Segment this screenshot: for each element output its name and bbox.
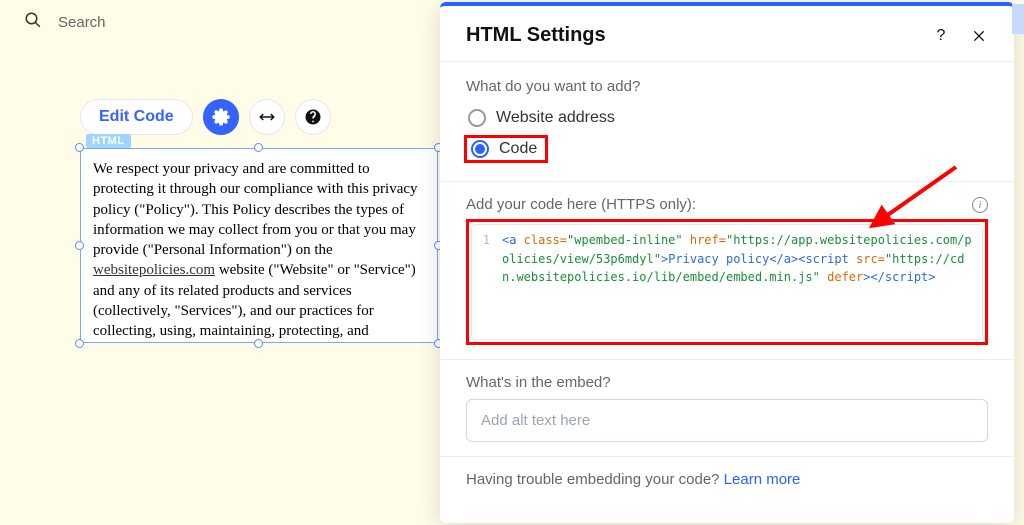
policy-link[interactable]: websitepolicies.com bbox=[93, 262, 215, 278]
radio-unselected-icon bbox=[468, 109, 486, 127]
modal-title: HTML Settings bbox=[466, 24, 606, 47]
radio-code[interactable]: Code bbox=[466, 131, 988, 167]
radio-website-label: Website address bbox=[496, 109, 615, 127]
embed-question: What's in the embed? bbox=[466, 374, 988, 391]
html-settings-modal: HTML Settings ? What do you want to add?… bbox=[440, 2, 1014, 523]
alt-text-input[interactable] bbox=[466, 399, 988, 442]
separator bbox=[440, 181, 1014, 182]
trouble-text: Having trouble embedding your code? bbox=[466, 471, 724, 488]
radio-selected-icon bbox=[471, 140, 489, 158]
code-textarea[interactable]: 1 <a class="wpembed-inline" href="https:… bbox=[471, 224, 983, 340]
code-content: <a class="wpembed-inline" href="https://… bbox=[502, 231, 978, 287]
modal-help-icon[interactable]: ? bbox=[932, 27, 950, 45]
radio-website-address[interactable]: Website address bbox=[466, 105, 988, 131]
code-area-label: Add your code here (HTTPS only): bbox=[466, 196, 696, 213]
modal-body: What do you want to add? Website address… bbox=[440, 62, 1014, 496]
add-type-question: What do you want to add? bbox=[466, 78, 988, 95]
policy-text-before: We respect your privacy and are committe… bbox=[93, 161, 418, 258]
separator-2 bbox=[440, 359, 1014, 360]
modal-close-icon[interactable] bbox=[970, 27, 988, 45]
stretch-button[interactable] bbox=[249, 99, 285, 135]
resize-handle-mt[interactable] bbox=[254, 143, 263, 152]
resize-handle-bl[interactable] bbox=[75, 339, 84, 348]
trouble-row: Having trouble embedding your code? Lear… bbox=[466, 471, 988, 488]
search-placeholder[interactable]: Search bbox=[58, 14, 106, 31]
info-icon[interactable]: i bbox=[972, 197, 988, 213]
html-block-toolbar: Edit Code bbox=[80, 99, 331, 135]
right-edge-hint bbox=[1012, 4, 1024, 34]
modal-header: HTML Settings ? bbox=[440, 6, 1014, 62]
code-line-number: 1 bbox=[472, 231, 494, 250]
edit-code-button[interactable]: Edit Code bbox=[80, 99, 193, 135]
resize-handle-ml[interactable] bbox=[75, 241, 84, 250]
separator-3 bbox=[440, 456, 1014, 457]
html-embed-block[interactable]: HTML We respect your privacy and are com… bbox=[80, 148, 438, 343]
html-badge: HTML bbox=[86, 134, 131, 148]
help-button[interactable] bbox=[295, 99, 331, 135]
learn-more-link[interactable]: Learn more bbox=[724, 471, 801, 488]
html-embed-content: We respect your privacy and are committe… bbox=[80, 148, 438, 343]
settings-button[interactable] bbox=[203, 99, 239, 135]
code-area-highlight: 1 <a class="wpembed-inline" href="https:… bbox=[466, 219, 988, 345]
resize-handle-tl[interactable] bbox=[75, 143, 84, 152]
radio-code-label: Code bbox=[499, 140, 537, 158]
editor-canvas: Search Edit Code HTML We respect your pr… bbox=[0, 0, 1024, 525]
search-icon[interactable] bbox=[24, 11, 42, 34]
resize-handle-mb[interactable] bbox=[254, 339, 263, 348]
